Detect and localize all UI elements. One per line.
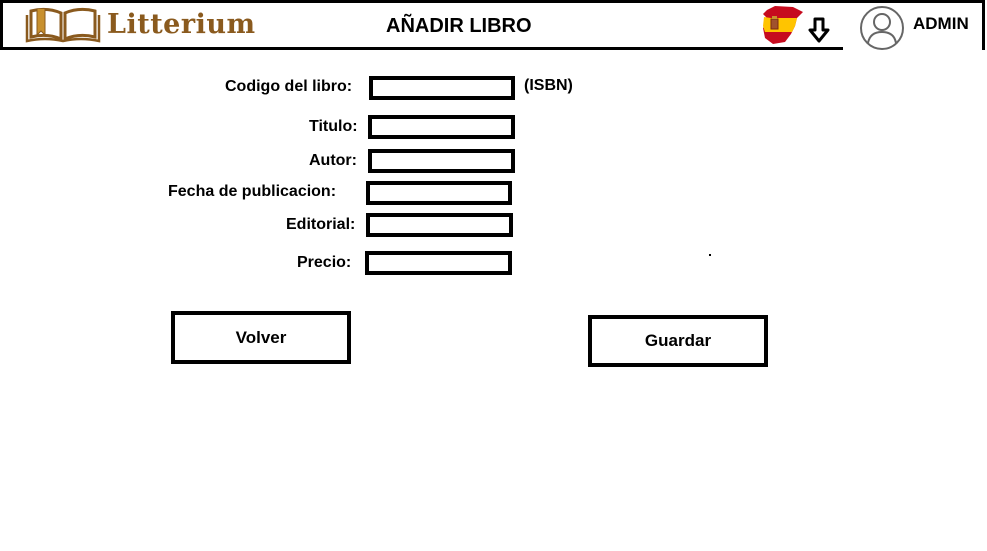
publisher-input[interactable] [366, 213, 513, 237]
isbn-input[interactable] [369, 76, 515, 100]
open-book-icon [25, 7, 101, 43]
arrow-down-icon[interactable] [808, 17, 830, 43]
author-input[interactable] [368, 149, 515, 173]
save-button[interactable]: Guardar [588, 315, 768, 367]
publisher-label: Editorial: [286, 216, 356, 233]
isbn-label: Codigo del libro: [225, 78, 353, 95]
user-avatar-icon [860, 6, 904, 50]
publication-date-label: Fecha de publicacion: [168, 183, 337, 200]
page-title: AÑADIR LIBRO [386, 15, 532, 37]
title-input[interactable] [368, 115, 515, 139]
publication-date-input[interactable] [366, 181, 512, 205]
user-menu[interactable]: ADMIN [843, 3, 982, 50]
isbn-hint: (ISBN) [524, 77, 573, 94]
spain-flag-icon[interactable] [761, 4, 805, 46]
title-label: Titulo: [309, 118, 358, 135]
stray-dot [709, 254, 711, 256]
price-label: Precio: [297, 254, 352, 271]
back-button[interactable]: Volver [171, 311, 351, 364]
brand-name: Litterium [107, 9, 256, 40]
user-name: ADMIN [913, 14, 969, 33]
price-input[interactable] [365, 251, 512, 275]
author-label: Autor: [309, 152, 357, 169]
top-bar: Litterium AÑADIR LIBRO ADMIN [0, 0, 985, 50]
